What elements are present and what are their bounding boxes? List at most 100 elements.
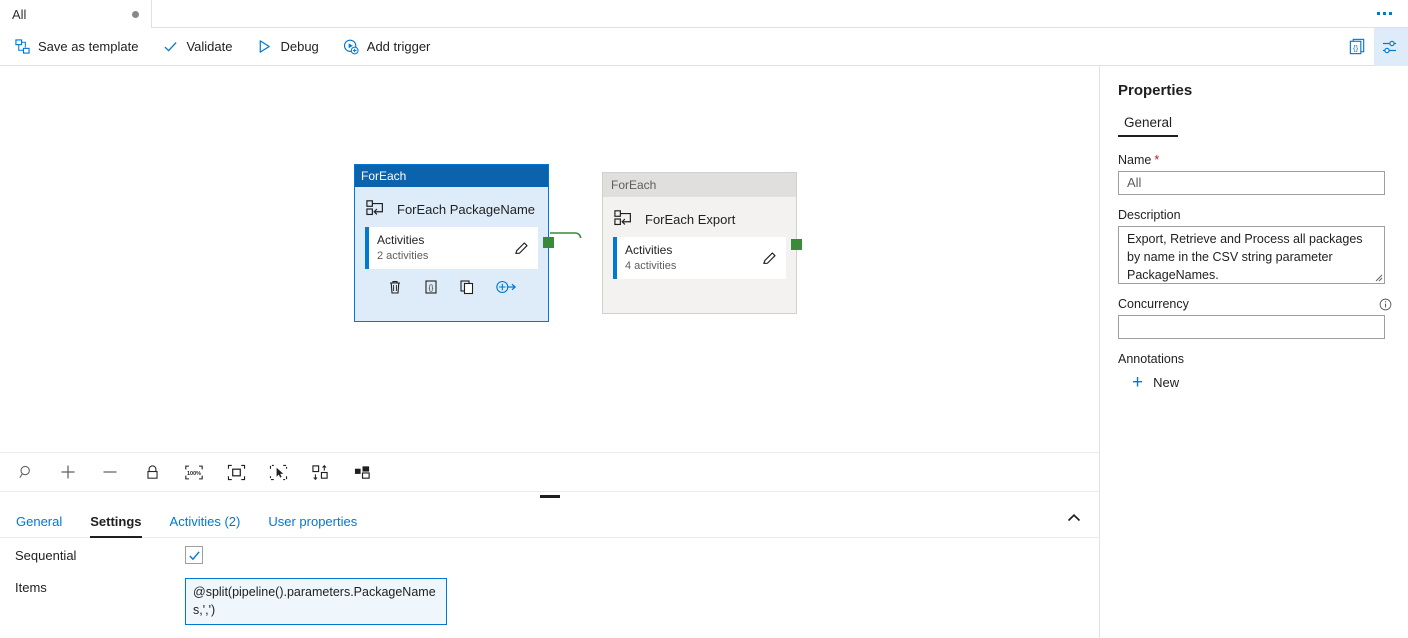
svg-text:100%: 100% [187, 471, 201, 477]
add-trigger-label: Add trigger [367, 39, 431, 54]
add-annotation-label: New [1153, 375, 1179, 390]
save-as-template-label: Save as template [38, 39, 138, 54]
properties-pane: Properties General Name * All Descriptio… [1101, 66, 1408, 638]
tab-properties-general[interactable]: General [1118, 115, 1178, 137]
node-type-header: ForEach [603, 173, 796, 197]
pipeline-tab-label: All [12, 7, 126, 22]
tab-activities-label: Activities (2) [170, 514, 241, 529]
node-activities-count: 2 activities [377, 249, 513, 264]
zoom-out-icon[interactable] [94, 457, 126, 487]
description-field-group: Description Export, Retrieve and Process… [1118, 208, 1392, 284]
node-output-port[interactable] [543, 237, 554, 248]
command-bar-right-group: {} [1340, 28, 1408, 66]
delete-icon[interactable] [387, 279, 403, 295]
activity-node-foreach-export[interactable]: ForEach ForEach Export Activities 4 acti… [602, 172, 797, 314]
properties-sliders-icon [1381, 37, 1401, 57]
validate-label: Validate [186, 39, 232, 54]
name-field-group: Name * All [1118, 153, 1392, 195]
description-textarea[interactable]: Export, Retrieve and Process all package… [1118, 226, 1385, 284]
items-label: Items [0, 578, 185, 595]
validate-button[interactable]: Validate [152, 31, 242, 63]
play-triangle-icon [256, 39, 272, 55]
node-action-bar: {} [355, 279, 548, 295]
tab-strip-filler [152, 0, 1360, 27]
node-activities-card[interactable]: Activities 4 activities [613, 237, 786, 279]
concurrency-label: Concurrency [1118, 297, 1392, 311]
view-code-button[interactable]: {} [1340, 28, 1374, 66]
add-trigger-button[interactable]: Add trigger [333, 31, 441, 63]
name-input[interactable]: All [1118, 171, 1385, 195]
node-name-label: ForEach PackageName [397, 202, 535, 217]
node-output-port[interactable] [791, 239, 802, 250]
auto-align-icon[interactable] [304, 457, 336, 487]
resize-grip-icon[interactable] [1375, 274, 1383, 282]
zoom-100-percent-icon[interactable]: 100% [178, 457, 210, 487]
edit-pencil-icon[interactable] [761, 250, 778, 267]
select-mode-icon[interactable] [262, 457, 294, 487]
add-annotation-button[interactable]: + New [1132, 373, 1392, 392]
pipeline-tab-all[interactable]: All [0, 0, 152, 28]
checkmark-icon [162, 39, 178, 55]
concurrency-input[interactable] [1118, 315, 1385, 339]
node-activities-text: Activities 2 activities [377, 232, 513, 263]
panel-resize-grip [540, 495, 560, 498]
lock-canvas-icon[interactable] [136, 457, 168, 487]
sequential-label: Sequential [0, 546, 185, 563]
layout-icon[interactable] [346, 457, 378, 487]
tab-properties-general-label: General [1124, 115, 1172, 130]
sequential-checkbox[interactable] [185, 546, 203, 564]
description-value: Export, Retrieve and Process all package… [1127, 232, 1363, 282]
add-output-icon[interactable] [495, 279, 517, 295]
foreach-activity-icon [365, 199, 387, 219]
save-as-template-icon [14, 39, 30, 55]
ellipsis-dot-icon [1377, 12, 1380, 15]
node-activities-title: Activities [377, 232, 513, 248]
node-activities-text: Activities 4 activities [625, 242, 761, 273]
required-asterisk: * [1154, 153, 1159, 167]
tab-user-properties-label: User properties [268, 514, 357, 529]
pipeline-canvas[interactable]: ForEach ForEach PackageName Activities 2… [0, 66, 1100, 452]
sequential-row: Sequential [0, 546, 1100, 564]
name-label: Name * [1118, 153, 1392, 167]
items-input[interactable]: @split(pipeline().parameters.PackageName… [185, 578, 447, 625]
zoom-in-icon[interactable] [52, 457, 84, 487]
properties-title: Properties [1118, 82, 1392, 99]
items-row: Items @split(pipeline().parameters.Packa… [0, 578, 1100, 625]
node-activities-title: Activities [625, 242, 761, 258]
command-bar: Save as template Validate Debug [0, 28, 1408, 66]
edit-pencil-icon[interactable] [513, 240, 530, 257]
canvas-toolbar: 100% [0, 452, 1100, 492]
save-as-template-button[interactable]: Save as template [4, 31, 148, 63]
properties-toggle-button[interactable] [1374, 28, 1408, 66]
concurrency-label-text: Concurrency [1118, 297, 1189, 311]
tab-overflow-menu-button[interactable] [1360, 0, 1408, 27]
clone-icon[interactable] [459, 279, 475, 295]
tab-settings[interactable]: Settings [78, 514, 153, 537]
annotations-field-group: Annotations + New [1118, 352, 1392, 392]
node-activities-card[interactable]: Activities 2 activities [365, 227, 538, 269]
tab-general[interactable]: General [4, 514, 74, 537]
debug-button[interactable]: Debug [246, 31, 328, 63]
panel-tab-bar: General Settings Activities (2) User pro… [0, 500, 1100, 538]
node-title-row: ForEach Export [603, 197, 796, 237]
plus-icon: + [1132, 373, 1143, 392]
code-icon[interactable]: {} [423, 279, 439, 295]
ellipsis-dot-icon [1383, 12, 1386, 15]
node-name-label: ForEach Export [645, 212, 735, 227]
tab-general-label: General [16, 514, 62, 529]
tab-strip: All [0, 0, 1408, 28]
node-activities-count: 4 activities [625, 259, 761, 274]
add-trigger-icon [343, 39, 359, 55]
tab-activities[interactable]: Activities (2) [158, 514, 253, 537]
annotations-label: Annotations [1118, 352, 1392, 366]
zoom-search-icon[interactable] [10, 457, 42, 487]
fit-to-screen-icon[interactable] [220, 457, 252, 487]
tab-settings-label: Settings [90, 514, 141, 529]
activity-node-foreach-packagename[interactable]: ForEach ForEach PackageName Activities 2… [354, 164, 549, 322]
checkmark-icon [188, 549, 201, 562]
tab-user-properties[interactable]: User properties [256, 514, 369, 537]
panel-collapse-button[interactable] [1058, 503, 1090, 533]
info-icon[interactable] [1379, 298, 1392, 311]
panel-resize-handle[interactable] [0, 492, 1100, 500]
code-brackets-icon: {} [1348, 37, 1367, 56]
